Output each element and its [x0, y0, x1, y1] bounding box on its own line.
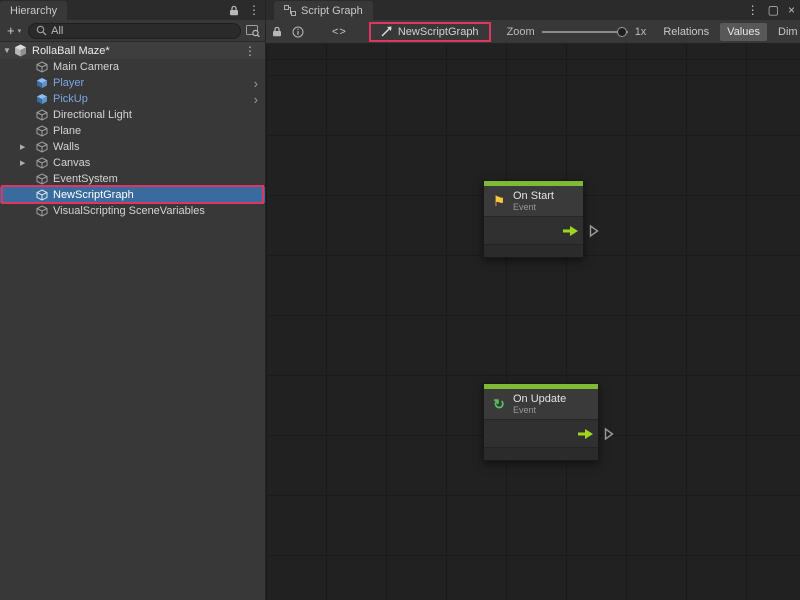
flow-output-arrow-icon[interactable] — [578, 429, 593, 439]
hierarchy-tabbar: Hierarchy ⋮ — [0, 0, 265, 20]
tab-hierarchy-label: Hierarchy — [10, 5, 57, 17]
hierarchy-tree: ▼ RollaBall Maze* ⋮ Main Camera Player ›… — [0, 42, 265, 219]
gameobject-icon — [36, 205, 48, 217]
unity-scene-icon — [14, 44, 27, 57]
hierarchy-item-eventsystem[interactable]: EventSystem — [0, 171, 265, 187]
lock-icon[interactable] — [272, 26, 282, 37]
flag-icon: ⚑ — [491, 194, 507, 208]
output-port-icon[interactable] — [604, 427, 614, 440]
chevron-right-icon[interactable]: › — [254, 77, 258, 90]
zoom-slider-handle[interactable] — [617, 27, 627, 37]
gameobject-icon — [36, 189, 48, 201]
node-ports-row — [484, 216, 583, 244]
dim-button[interactable]: Dim — [771, 23, 800, 41]
search-icon — [36, 25, 47, 36]
chevron-right-icon[interactable]: › — [254, 93, 258, 106]
flow-output-arrow-icon[interactable] — [563, 226, 578, 236]
prefab-icon — [36, 77, 48, 89]
hierarchy-item-visualscripting-scenevariables[interactable]: VisualScripting SceneVariables — [0, 203, 265, 219]
gameobject-icon — [36, 109, 48, 121]
node-title: On Start — [513, 190, 554, 202]
item-label: Player — [53, 77, 84, 89]
hierarchy-toolbar: + ▾ All — [0, 20, 265, 42]
node-header[interactable]: ↻ On Update Event — [484, 389, 598, 419]
tab-hierarchy[interactable]: Hierarchy — [0, 1, 67, 20]
hierarchy-item-newscriptgraph[interactable]: NewScriptGraph — [0, 187, 265, 203]
script-graph-asset-icon — [381, 26, 392, 37]
hierarchy-item-pickup[interactable]: PickUp › — [0, 91, 265, 107]
hierarchy-search-input[interactable]: All — [28, 23, 241, 39]
node-footer — [484, 447, 598, 460]
hierarchy-item-main-camera[interactable]: Main Camera — [0, 59, 265, 75]
script-graph-panel: Script Graph ⋮ ▢ × <> NewScriptGraph Zoo… — [265, 0, 800, 600]
chevron-down-icon: ▾ — [18, 27, 22, 35]
hierarchy-item-plane[interactable]: Plane — [0, 123, 265, 139]
foldout-open-icon[interactable]: ▼ — [0, 46, 14, 55]
hierarchy-item-directional-light[interactable]: Directional Light — [0, 107, 265, 123]
lock-icon[interactable] — [229, 5, 239, 16]
item-label: EventSystem — [53, 173, 118, 185]
gameobject-icon — [36, 173, 48, 185]
foldout-closed-icon[interactable]: ▶ — [20, 159, 25, 167]
scene-name: RollaBall Maze* — [32, 45, 110, 57]
gameobject-icon — [36, 125, 48, 137]
search-window-icon[interactable] — [246, 25, 260, 37]
node-subtitle: Event — [513, 202, 554, 212]
info-icon[interactable] — [292, 26, 304, 38]
loop-icon: ↻ — [491, 397, 507, 411]
item-label: Walls — [53, 141, 79, 153]
gameobject-icon — [36, 141, 48, 153]
hierarchy-panel: Hierarchy ⋮ + ▾ All ▼ R — [0, 0, 265, 600]
node-header[interactable]: ⚑ On Start Event — [484, 186, 583, 216]
item-label: VisualScripting SceneVariables — [53, 205, 205, 217]
item-label: Canvas — [53, 157, 90, 169]
item-label: Directional Light — [53, 109, 132, 121]
hierarchy-item-walls[interactable]: ▶ Walls — [0, 139, 265, 155]
hierarchy-item-player[interactable]: Player › — [0, 75, 265, 91]
gameobject-icon — [36, 61, 48, 73]
foldout-closed-icon[interactable]: ▶ — [20, 143, 25, 151]
maximize-icon[interactable]: ▢ — [768, 4, 779, 16]
zoom-value: 1x — [635, 26, 647, 38]
breadcrumb-annotation-box: NewScriptGraph — [369, 22, 491, 42]
graph-tabbar: Script Graph ⋮ ▢ × — [266, 0, 800, 20]
code-view-icon[interactable]: <> — [332, 26, 347, 38]
tab-script-graph[interactable]: Script Graph — [274, 1, 373, 20]
gameobject-icon — [36, 157, 48, 169]
node-on-start[interactable]: ⚑ On Start Event — [483, 180, 584, 258]
graph-toolbar: <> NewScriptGraph Zoom 1x Relations Valu… — [266, 20, 800, 44]
node-footer — [484, 244, 583, 257]
prefab-icon — [36, 93, 48, 105]
graph-canvas[interactable]: ⚑ On Start Event ↻ On Up — [266, 44, 800, 600]
close-icon[interactable]: × — [788, 4, 795, 16]
node-subtitle: Event — [513, 405, 566, 415]
graph-tab-icon — [284, 5, 296, 16]
window-menu-icon[interactable]: ⋮ — [747, 4, 759, 16]
relations-button[interactable]: Relations — [656, 23, 716, 41]
tab-script-graph-label: Script Graph — [301, 5, 363, 17]
node-title: On Update — [513, 393, 566, 405]
scene-header-row[interactable]: ▼ RollaBall Maze* ⋮ — [0, 42, 265, 59]
values-button[interactable]: Values — [720, 23, 767, 41]
add-label: + — [7, 23, 15, 38]
search-filter-text: All — [51, 25, 63, 37]
node-ports-row — [484, 419, 598, 447]
item-label: PickUp — [53, 93, 88, 105]
breadcrumb[interactable]: NewScriptGraph — [398, 26, 479, 38]
output-port-icon[interactable] — [589, 224, 599, 237]
zoom-label: Zoom — [507, 26, 535, 38]
item-label: Main Camera — [53, 61, 119, 73]
zoom-slider[interactable] — [542, 31, 628, 33]
hierarchy-menu-icon[interactable]: ⋮ — [248, 4, 260, 16]
node-on-update[interactable]: ↻ On Update Event — [483, 383, 599, 461]
scene-menu-icon[interactable]: ⋮ — [244, 44, 256, 58]
item-label: Plane — [53, 125, 81, 137]
add-gameobject-button[interactable]: + ▾ — [5, 23, 23, 38]
item-label: NewScriptGraph — [53, 189, 134, 201]
hierarchy-item-canvas[interactable]: ▶ Canvas — [0, 155, 265, 171]
